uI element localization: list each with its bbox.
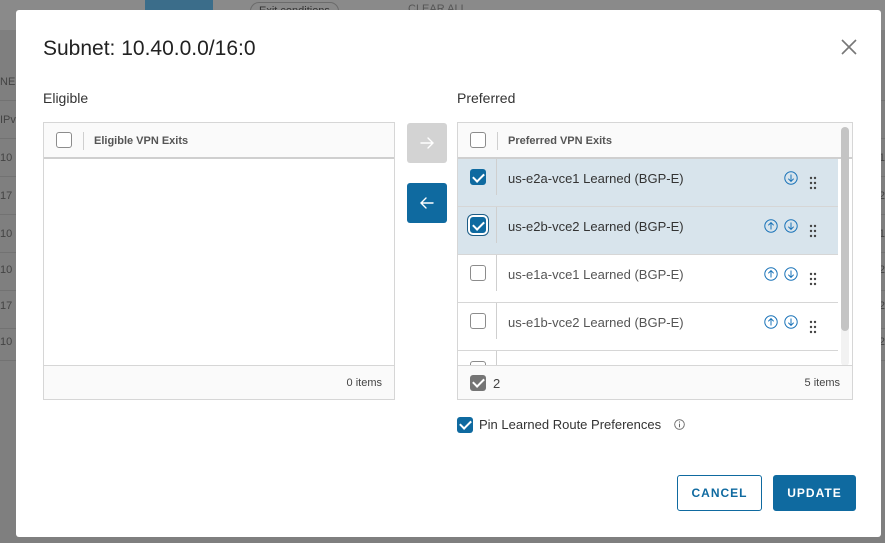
move-up-icon[interactable] xyxy=(764,315,778,329)
preferred-row[interactable]: us-e2b-vce2 Learned (BGP-E) xyxy=(458,207,838,255)
move-down-icon[interactable] xyxy=(784,267,798,281)
drag-handle-icon[interactable] xyxy=(808,224,818,238)
row-label: us-e1b-vce2 Learned (BGP-E) xyxy=(508,315,684,330)
eligible-select-all-checkbox[interactable] xyxy=(56,132,72,148)
preferred-scrollbar[interactable] xyxy=(841,127,849,366)
background-cell: 10 xyxy=(0,228,13,240)
move-to-preferred-button[interactable] xyxy=(407,123,447,163)
row-checkbox[interactable] xyxy=(470,169,486,185)
cancel-button[interactable]: CANCEL xyxy=(677,475,762,511)
drag-handle-icon[interactable] xyxy=(808,320,818,334)
arrow-left-icon xyxy=(420,197,434,209)
move-down-icon[interactable] xyxy=(784,219,798,233)
eligible-column-header: Eligible VPN Exits xyxy=(94,135,189,147)
selected-count: 2 xyxy=(493,376,501,391)
preferred-panel: Preferred VPN Exits us-e2a-vce1 Learned … xyxy=(457,122,853,400)
drag-handle-icon[interactable] xyxy=(808,272,818,286)
close-icon[interactable] xyxy=(840,38,858,56)
preferred-row[interactable] xyxy=(458,351,838,366)
move-up-icon[interactable] xyxy=(764,267,778,281)
row-label: us-e2b-vce2 Learned (BGP-E) xyxy=(508,219,684,234)
move-up-icon[interactable] xyxy=(764,219,778,233)
preferred-list: us-e2a-vce1 Learned (BGP-E) us-e2b-vce2 L… xyxy=(458,159,838,366)
row-checkbox[interactable] xyxy=(470,217,486,233)
preferred-select-all-checkbox[interactable] xyxy=(470,132,486,148)
eligible-panel: Eligible VPN Exits 0 items xyxy=(43,122,395,400)
preferred-row[interactable]: us-e1a-vce1 Learned (BGP-E) xyxy=(458,255,838,303)
column-divider xyxy=(497,132,498,150)
background-cell: IPv xyxy=(0,114,16,126)
column-divider xyxy=(496,303,497,339)
move-down-icon[interactable] xyxy=(784,315,798,329)
preferred-footer: 2 5 items xyxy=(458,365,852,399)
preferred-row[interactable]: us-e2a-vce1 Learned (BGP-E) xyxy=(458,159,838,207)
update-button[interactable]: UPDATE xyxy=(773,475,856,511)
row-checkbox[interactable] xyxy=(470,313,486,329)
pin-preferences-checkbox[interactable] xyxy=(457,417,473,433)
preferred-column-header: Preferred VPN Exits xyxy=(508,135,612,147)
background-cell: NE xyxy=(0,76,16,88)
arrow-right-icon xyxy=(420,137,434,149)
background-cell: 17 xyxy=(0,190,13,202)
eligible-footer: 0 items xyxy=(44,365,394,399)
row-label: us-e1a-vce1 Learned (BGP-E) xyxy=(508,267,684,282)
column-divider xyxy=(83,132,84,150)
selected-count-checkbox[interactable] xyxy=(470,375,486,391)
preferred-row[interactable]: us-e1b-vce2 Learned (BGP-E) xyxy=(458,303,838,351)
background-cell: 10 xyxy=(0,152,13,164)
preferred-item-count: 5 items xyxy=(804,377,840,389)
background-cell: 10 xyxy=(0,336,13,348)
move-to-eligible-button[interactable] xyxy=(407,183,447,223)
move-down-icon[interactable] xyxy=(784,171,798,185)
preferred-section-label: Preferred xyxy=(457,90,516,106)
column-divider xyxy=(496,351,497,366)
scroll-thumb[interactable] xyxy=(841,127,849,331)
background-cell: 10 xyxy=(0,264,13,276)
background-cell: 17 xyxy=(0,300,13,312)
column-divider xyxy=(496,159,497,195)
row-label: us-e2a-vce1 Learned (BGP-E) xyxy=(508,171,684,186)
row-checkbox[interactable] xyxy=(470,265,486,281)
drag-handle-icon[interactable] xyxy=(808,176,818,190)
eligible-item-count: 0 items xyxy=(346,377,382,389)
preferred-header: Preferred VPN Exits xyxy=(458,123,852,159)
column-divider xyxy=(496,255,497,291)
eligible-header: Eligible VPN Exits xyxy=(44,123,394,159)
subnet-modal: Subnet: 10.40.0.0/16:0 Eligible Preferre… xyxy=(16,10,881,537)
eligible-section-label: Eligible xyxy=(43,90,89,106)
pin-preferences-label: Pin Learned Route Preferences xyxy=(479,417,662,432)
column-divider xyxy=(496,207,497,243)
info-icon[interactable] xyxy=(674,419,685,430)
modal-title: Subnet: 10.40.0.0/16:0 xyxy=(43,37,256,60)
